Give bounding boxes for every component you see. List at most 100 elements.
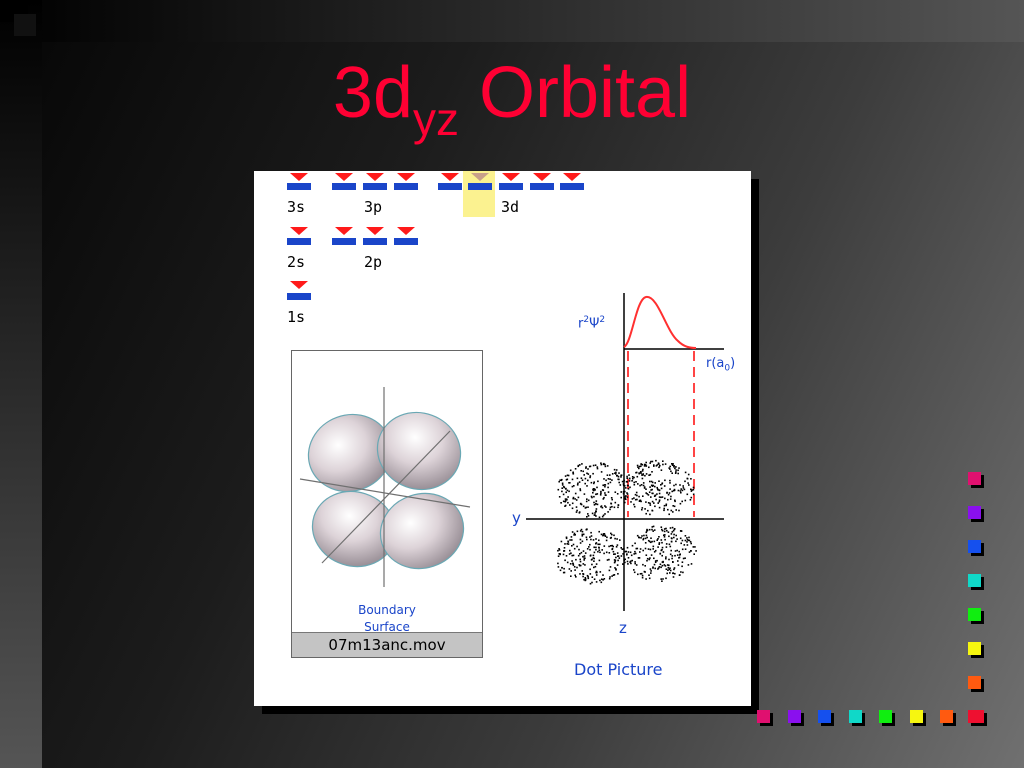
density-dot [658,536,660,538]
density-dot [571,485,574,488]
density-dot [587,499,590,502]
decorative-square [968,608,981,621]
density-dot [663,504,666,507]
density-dot [642,482,645,484]
density-dot [604,513,606,515]
density-dot [661,482,664,484]
density-dot [562,493,565,496]
density-dot [622,484,625,487]
density-dot [670,509,673,512]
density-dot [677,472,679,475]
density-dot [581,540,584,543]
density-dot [653,557,655,560]
density-dot [657,502,659,504]
density-dot [692,488,695,491]
density-dot [625,498,627,501]
density-dot [686,493,689,496]
density-dot [660,526,663,528]
density-dot [654,567,656,570]
density-dot [604,484,607,486]
density-dot [584,552,587,554]
density-dot [634,552,637,555]
density-dot [673,484,675,487]
density-dot [600,492,602,494]
density-dot [618,481,620,484]
density-dot [672,463,674,465]
density-dot [692,546,695,548]
density-dot [658,496,661,498]
density-dot [593,481,595,483]
density-dot [640,500,642,503]
density-dot [565,488,567,490]
density-dot [606,465,609,467]
density-dot [662,551,665,553]
density-dot [600,463,603,466]
density-dot [620,555,623,557]
density-dot [649,486,651,488]
density-dot [573,547,576,550]
density-dot [626,475,628,478]
density-dot [649,462,651,464]
density-dot [648,474,650,476]
density-dot [670,495,672,498]
density-dot [673,568,675,571]
density-dot [574,498,576,500]
density-dot [679,484,681,486]
density-dot [668,564,670,567]
density-dot [611,479,613,481]
density-dot [569,504,571,506]
density-dot [660,539,663,541]
density-dot [648,540,651,543]
density-dot [608,545,610,548]
density-dot [585,467,587,469]
density-dot [640,537,642,539]
density-dot [649,513,651,516]
density-dot [673,536,675,539]
density-dot [613,574,616,576]
density-dot [662,578,664,580]
density-dot [617,478,619,481]
density-dot [668,513,670,516]
density-dot [654,561,657,563]
density-dot [635,491,638,494]
density-dot [647,502,650,504]
density-dot [622,563,624,565]
density-dot [682,571,684,574]
density-dot [649,502,651,505]
density-dot [619,484,622,486]
density-dot [654,494,657,497]
density-dot [675,469,677,471]
density-dot [579,573,581,575]
density-dot [673,533,675,536]
density-dot [583,557,586,559]
density-dot [652,492,654,495]
density-dot [634,562,636,565]
density-dot [589,536,591,538]
density-dot [658,543,660,545]
density-dot [633,569,635,571]
density-dot [635,564,638,566]
density-dot [646,559,648,562]
density-dot [557,488,560,491]
density-dot [636,547,639,550]
density-dot [565,491,567,494]
density-dot [589,582,592,585]
density-dot [562,500,565,503]
density-dot [623,479,625,482]
density-dot [580,470,582,472]
density-dot [590,481,593,484]
density-dot [659,563,662,566]
density-dot [684,499,687,502]
density-dot [609,576,611,578]
density-dot [587,479,589,482]
density-dot [595,574,598,576]
density-dot [635,481,637,483]
density-dot [585,528,588,531]
density-dot [578,548,580,551]
density-dot [633,505,636,508]
density-dot [599,494,602,496]
density-dot [619,539,621,541]
density-dot [614,537,616,540]
density-dot [671,557,673,560]
density-dot [673,466,675,468]
